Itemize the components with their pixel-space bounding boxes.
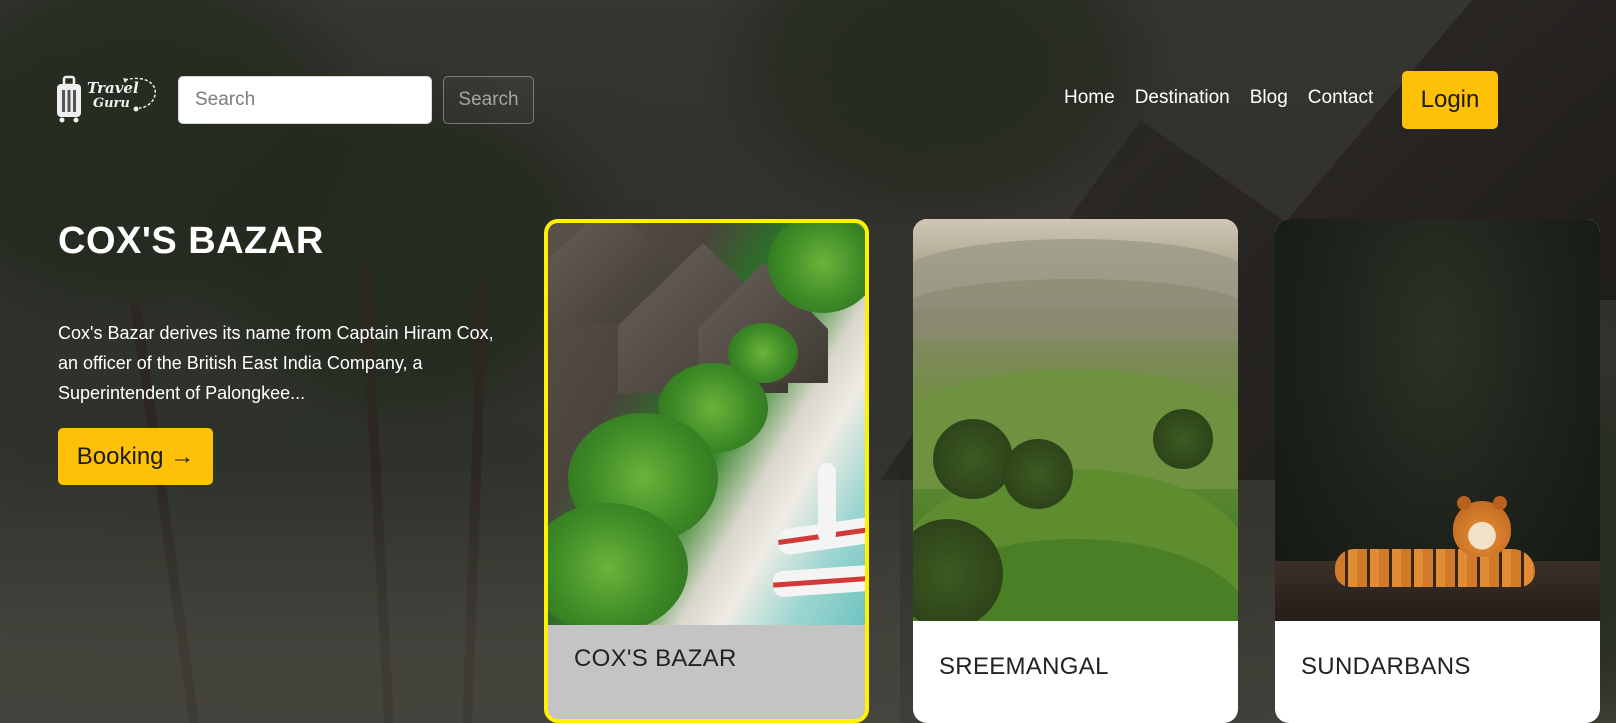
card-title: COX'S BAZAR — [548, 623, 865, 719]
tiger-jungle-photo — [1275, 219, 1600, 621]
nav-link-home[interactable]: Home — [1064, 82, 1115, 114]
logo-text: Travel Guru — [87, 80, 139, 112]
destination-card-sreemangal[interactable]: SREEMANGAL — [913, 219, 1238, 723]
destination-card-sundarbans[interactable]: SUNDARBANS — [1275, 219, 1600, 723]
hero-title: COX'S BAZAR — [58, 220, 324, 262]
travel-guru-logo[interactable]: Travel Guru — [57, 74, 161, 124]
card-title: SREEMANGAL — [913, 621, 1238, 723]
card-title-text: COX'S BAZAR — [574, 645, 737, 672]
card-title-text: SREEMANGAL — [939, 653, 1109, 680]
tiger-figure — [1335, 549, 1535, 587]
nav-link-contact[interactable]: Contact — [1308, 82, 1373, 114]
search-input[interactable] — [178, 76, 432, 124]
card-title: SUNDARBANS — [1275, 621, 1600, 723]
tea-hills-photo — [913, 219, 1238, 621]
beach-aerial-photo — [548, 223, 865, 625]
logo-text-line2: Guru — [93, 96, 130, 111]
destination-card-coxs-bazar[interactable]: COX'S BAZAR — [544, 219, 869, 723]
logo-text-line1: Travel — [87, 79, 139, 97]
tiger-head — [1453, 496, 1511, 557]
hero-description: Cox's Bazar derives its name from Captai… — [58, 323, 494, 403]
site-header: Travel Guru Search Home Destination Blog… — [0, 0, 1616, 160]
login-button[interactable]: Login — [1402, 71, 1498, 129]
nav-link-destination[interactable]: Destination — [1135, 82, 1230, 114]
main-nav: Home Destination Blog Contact — [1064, 82, 1393, 114]
booking-button[interactable]: Booking → — [58, 428, 213, 485]
card-title-text: SUNDARBANS — [1301, 653, 1471, 680]
nav-link-blog[interactable]: Blog — [1250, 82, 1288, 114]
search-button[interactable]: Search — [443, 76, 534, 124]
